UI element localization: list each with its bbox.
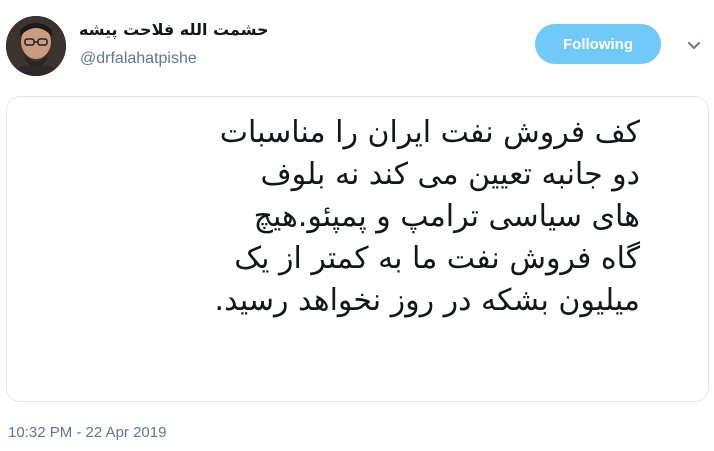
tweet-text-line: گاه فروش نفت ما به کمتر از یک xyxy=(234,241,640,276)
user-handle[interactable]: @drfalahatpishe xyxy=(80,50,197,68)
tweet-text-line: میلیون بشکه در روز نخواهد رسید. xyxy=(214,283,640,318)
tweet-text: کف فروش نفت ایران را مناسبات دو جانبه تع… xyxy=(100,112,640,322)
tweet-text-line: دو جانبه تعیین می کند نه بلوف xyxy=(260,157,640,192)
avatar[interactable] xyxy=(6,16,66,76)
tweet-text-line: کف فروش نفت ایران را مناسبات xyxy=(219,115,640,150)
chevron-down-icon[interactable] xyxy=(683,35,705,57)
tweet-timestamp[interactable]: 10:32 PM - 22 Apr 2019 xyxy=(8,424,166,441)
following-button[interactable]: Following xyxy=(535,24,661,64)
display-name[interactable]: حشمت الله فلاحت پیشه xyxy=(79,20,269,39)
avatar-image xyxy=(6,16,66,76)
tweet-body: کف فروش نفت ایران را مناسبات دو جانبه تع… xyxy=(6,96,709,402)
tweet-text-line: های سیاسی ترامپ و پمپئو.هیچ xyxy=(253,199,640,234)
